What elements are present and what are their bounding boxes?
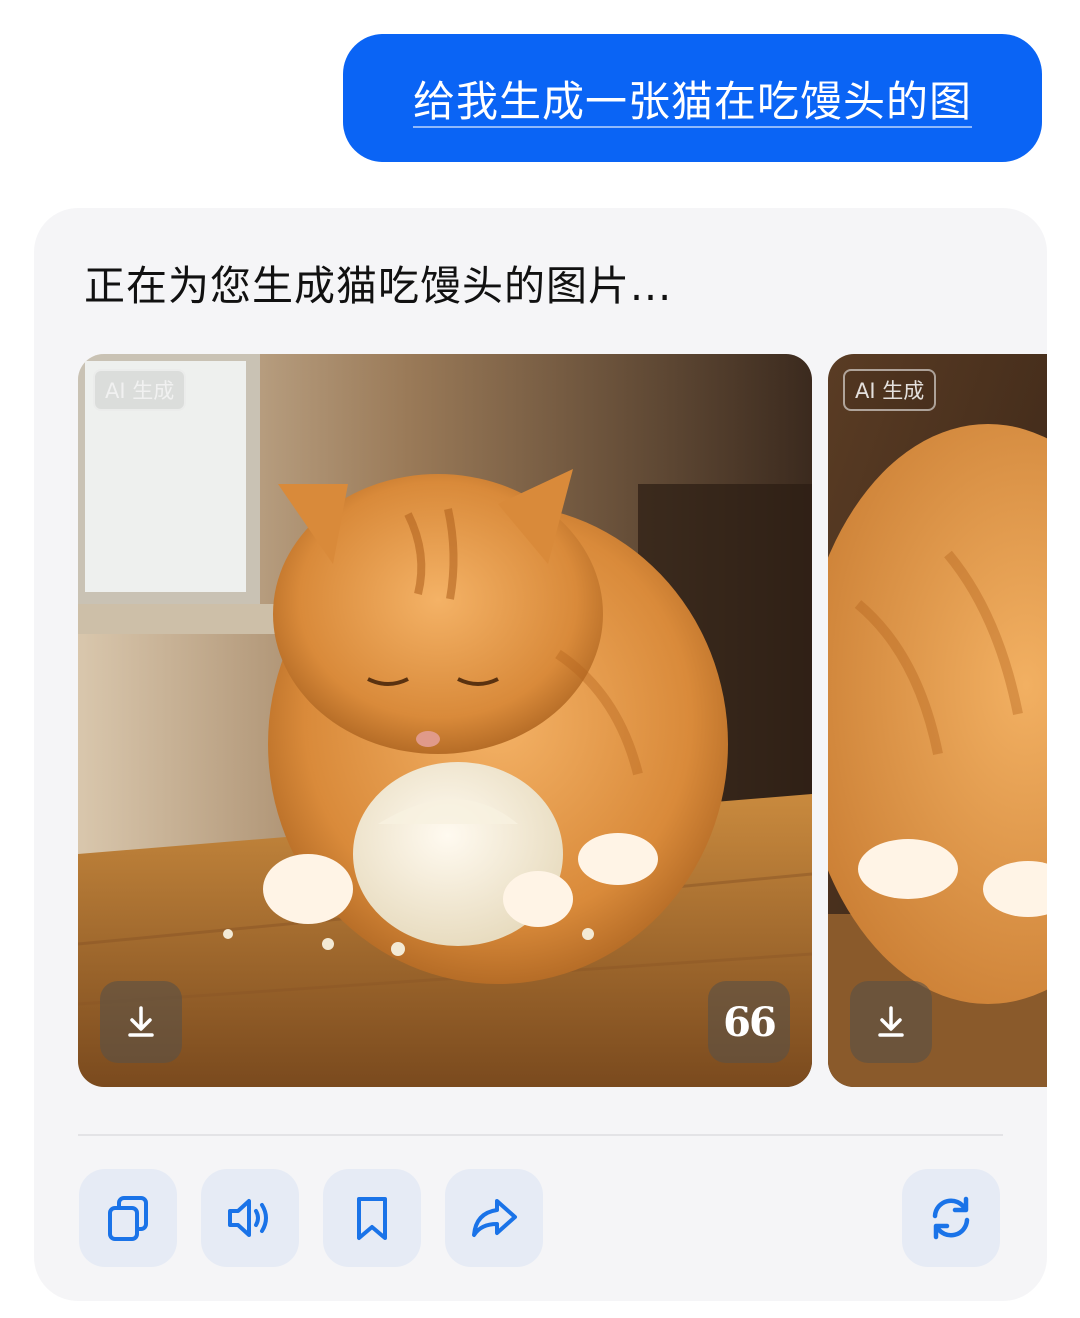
quote-button[interactable]: 66 — [708, 981, 790, 1063]
divider — [78, 1134, 1003, 1136]
bookmark-icon — [357, 1197, 387, 1240]
cat-eating-bun-image — [78, 354, 812, 1087]
assistant-reply-text: 正在为您生成猫吃馒头的图片... — [84, 262, 673, 310]
cat-eating-bun-image — [828, 354, 1047, 1087]
download-button[interactable] — [850, 981, 932, 1063]
ai-generated-badge: AI 生成 — [843, 369, 937, 411]
regenerate-button[interactable] — [902, 1169, 1000, 1267]
user-message-bubble[interactable]: 给我生成一张猫在吃馒头的图 — [343, 34, 1042, 162]
read-aloud-button[interactable] — [201, 1169, 299, 1267]
ai-generated-badge: AI 生成 — [93, 369, 187, 411]
user-message-text: 给我生成一张猫在吃馒头的图 — [412, 76, 972, 126]
quote-icon: 66 — [723, 998, 777, 1046]
download-button[interactable] — [100, 981, 182, 1063]
regenerate-icon — [932, 1196, 970, 1240]
bookmark-button[interactable] — [323, 1169, 421, 1267]
speaker-icon — [228, 1199, 268, 1237]
copy-button[interactable] — [79, 1169, 177, 1267]
assistant-reply-card: 正在为您生成猫吃馒头的图片... AI 生成 66 AI 生成 — [34, 208, 1047, 1301]
download-icon — [878, 1006, 904, 1037]
share-icon — [472, 1199, 517, 1237]
share-button[interactable] — [445, 1169, 543, 1267]
generated-image-2[interactable]: AI 生成 — [828, 354, 1047, 1087]
copy-icon — [108, 1196, 148, 1241]
download-icon — [128, 1006, 154, 1037]
generated-image-1[interactable]: AI 生成 66 — [78, 354, 812, 1087]
